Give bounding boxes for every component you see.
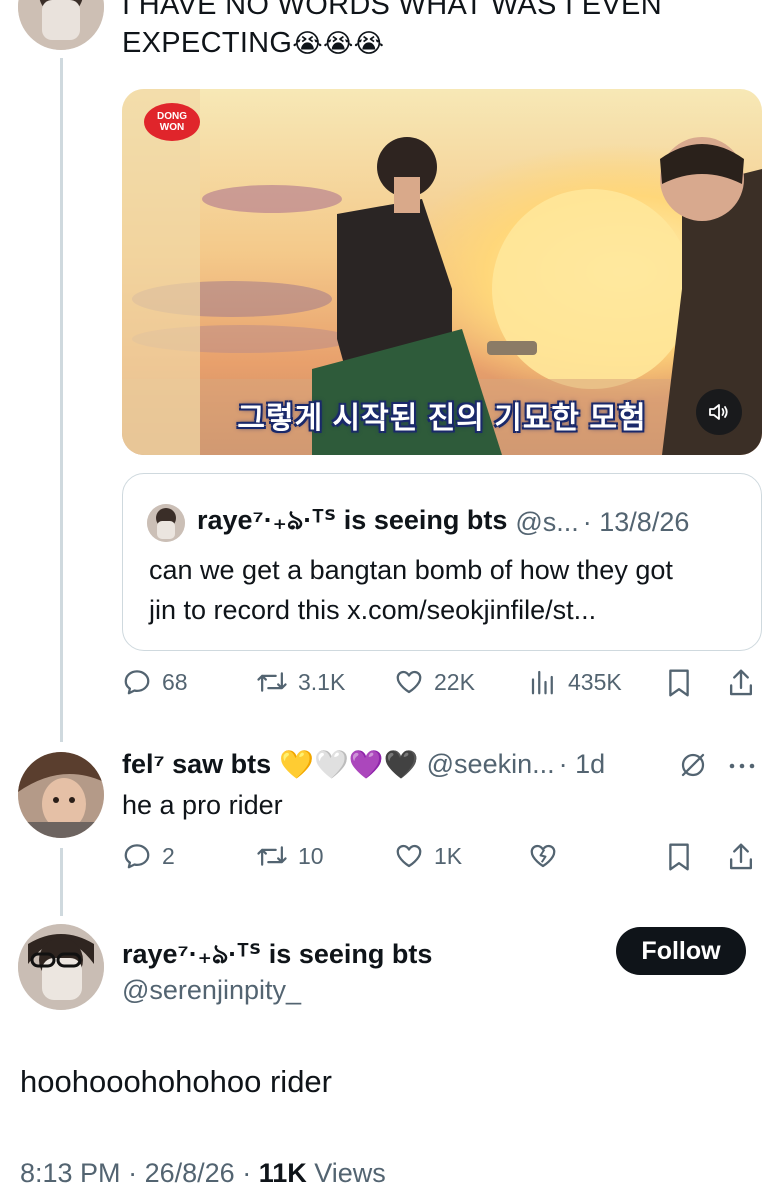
tip-button[interactable] bbox=[528, 841, 558, 871]
follow-button[interactable]: Follow bbox=[616, 927, 746, 975]
quote-tweet[interactable]: raye⁷·₊ঌ·ᵀᔆ is seeing bts @s... · 13/8/2… bbox=[122, 473, 762, 651]
thread-line bbox=[60, 848, 63, 916]
author: raye⁷·₊ঌ·ᵀᔆ is seeing bts bbox=[122, 934, 432, 979]
reply-icon bbox=[124, 670, 150, 695]
repost-count: 10 bbox=[298, 842, 324, 869]
speaker-icon bbox=[709, 404, 728, 420]
tweet-meta: 8:13 PM · 26/8/26 · 11K Views bbox=[20, 1158, 386, 1189]
quote-date: · 13/8/26 bbox=[582, 507, 690, 537]
reply-button[interactable]: 2 bbox=[122, 841, 175, 871]
like-count: 1K bbox=[434, 842, 463, 869]
grok-icon bbox=[681, 753, 705, 777]
repost-button[interactable]: 10 bbox=[256, 841, 324, 871]
quote-text-line: can we get a bangtan bomb of how they go… bbox=[149, 555, 673, 585]
mute-button[interactable] bbox=[696, 389, 742, 435]
brand-logo: DONG WON bbox=[144, 103, 200, 141]
author-handle[interactable]: @serenjinpity_ bbox=[122, 975, 301, 1006]
reply-count: 2 bbox=[162, 842, 175, 869]
crying-emoji: 😭😭😭 bbox=[292, 28, 385, 58]
reply-text: he a pro rider bbox=[122, 790, 283, 820]
share-button[interactable] bbox=[726, 667, 756, 699]
views-button[interactable]: 435K bbox=[528, 667, 622, 697]
tweet-text-line: I HAVE NO WORDS WHAT WAS I EVEN bbox=[122, 0, 662, 21]
separator: · bbox=[242, 1158, 259, 1188]
thread-line bbox=[60, 58, 63, 742]
quote-author-name: raye⁷·₊ঌ·ᵀᔆ is seeing bts bbox=[197, 505, 508, 535]
video-media[interactable]: DONG WON 그렇게 시작된 진의 기묘한 모험 bbox=[122, 89, 762, 455]
heart-icon bbox=[396, 670, 422, 694]
repost-button[interactable]: 3.1K bbox=[256, 667, 345, 697]
author-name[interactable]: raye⁷·₊ঌ·ᵀᔆ is seeing bts bbox=[122, 934, 432, 979]
views-count: 11K bbox=[258, 1158, 307, 1188]
bookmark-button[interactable] bbox=[664, 667, 694, 699]
bookmark-icon bbox=[669, 843, 689, 871]
tweet-text: hoohooohohohoo rider bbox=[20, 1064, 332, 1099]
analytics-icon bbox=[531, 670, 553, 695]
reply-button[interactable]: 68 bbox=[122, 667, 188, 697]
like-button[interactable]: 1K bbox=[394, 841, 462, 871]
share-icon bbox=[729, 843, 753, 870]
view-count: 435K bbox=[568, 668, 622, 695]
tweet-time[interactable]: 8:13 PM bbox=[20, 1158, 121, 1188]
reply-count: 68 bbox=[162, 668, 188, 695]
heart-icon bbox=[396, 844, 422, 868]
reply-author-name[interactable]: fel⁷ saw bts bbox=[122, 749, 271, 780]
quote-author-handle: @s... bbox=[515, 507, 579, 537]
views-label: Views bbox=[314, 1158, 386, 1188]
tweet-text-line: EXPECTING bbox=[122, 27, 293, 59]
repost-icon bbox=[257, 846, 287, 866]
reply-date[interactable]: · 1d bbox=[559, 749, 606, 780]
like-button[interactable]: 22K bbox=[394, 667, 475, 697]
reply-icon bbox=[124, 844, 150, 869]
bookmark-button[interactable] bbox=[664, 841, 694, 873]
quote-header: raye⁷·₊ঌ·ᵀᔆ is seeing bts @s... · 13/8/2… bbox=[147, 500, 689, 545]
grok-button[interactable] bbox=[678, 750, 708, 780]
separator: · bbox=[128, 1158, 145, 1188]
like-count: 22K bbox=[434, 668, 475, 695]
tweet-date[interactable]: 26/8/26 bbox=[145, 1158, 235, 1188]
avatar[interactable] bbox=[18, 924, 104, 1010]
bookmark-icon bbox=[669, 669, 689, 697]
reply-author: fel⁷ saw bts 💛🤍💜🖤 @seekin... · 1d bbox=[122, 748, 605, 781]
broken-heart-icon bbox=[530, 844, 556, 868]
more-button[interactable] bbox=[726, 756, 758, 776]
avatar[interactable] bbox=[18, 752, 104, 838]
tweet-text: I HAVE NO WORDS WHAT WAS I EVEN EXPECTIN… bbox=[122, 0, 742, 62]
heart-emojis: 💛🤍💜🖤 bbox=[279, 749, 419, 780]
reply-author-handle[interactable]: @seekin... bbox=[427, 749, 555, 780]
quote-text-line: jin to record this x.com/seokjinfile/st.… bbox=[149, 595, 597, 625]
quote-text: can we get a bangtan bomb of how they go… bbox=[149, 550, 749, 630]
video-subtitle: 그렇게 시작된 진의 기묘한 모험 bbox=[237, 402, 647, 435]
share-button[interactable] bbox=[726, 841, 756, 873]
more-icon bbox=[729, 763, 755, 769]
quote-avatar bbox=[147, 503, 185, 542]
repost-count: 3.1K bbox=[298, 668, 346, 695]
repost-icon bbox=[257, 672, 287, 692]
share-icon bbox=[729, 669, 753, 696]
avatar[interactable] bbox=[18, 0, 104, 50]
